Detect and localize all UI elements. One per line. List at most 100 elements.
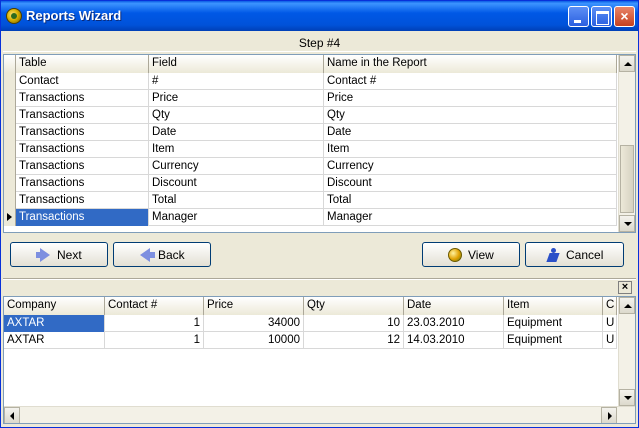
reports-wizard-window: Reports Wizard × Step #4 Table Field Nam… bbox=[0, 0, 639, 428]
cell-company-selected[interactable]: AXTAR bbox=[4, 315, 105, 332]
cell-name-in-report[interactable]: Currency bbox=[324, 158, 617, 175]
cell-name-in-report[interactable]: Total bbox=[324, 192, 617, 209]
scroll-down-button[interactable] bbox=[619, 215, 635, 232]
cell-date[interactable]: 23.03.2010 bbox=[404, 315, 504, 332]
row-indicator[interactable] bbox=[4, 73, 16, 90]
cell-field[interactable]: Date bbox=[149, 124, 324, 141]
cell-field[interactable]: # bbox=[149, 73, 324, 90]
column-header-qty[interactable]: Qty bbox=[304, 297, 404, 315]
table-row[interactable]: AXTAR 1 10000 12 14.03.2010 Equipment U bbox=[4, 332, 617, 349]
cell-item[interactable]: Equipment bbox=[504, 315, 603, 332]
cell-table[interactable]: Transactions bbox=[16, 158, 149, 175]
view-button[interactable]: View bbox=[422, 242, 520, 267]
row-indicator-header bbox=[4, 55, 16, 73]
cell-name-in-report[interactable]: Date bbox=[324, 124, 617, 141]
table-row-current[interactable]: Transactions Manager Manager bbox=[4, 209, 617, 226]
close-preview-icon[interactable]: × bbox=[618, 281, 632, 294]
back-button-label: Back bbox=[158, 248, 185, 262]
column-header-date[interactable]: Date bbox=[404, 297, 504, 315]
row-indicator[interactable] bbox=[4, 141, 16, 158]
cell-price[interactable]: 10000 bbox=[204, 332, 304, 349]
cell-table[interactable]: Transactions bbox=[16, 141, 149, 158]
scroll-left-button[interactable] bbox=[4, 407, 20, 423]
column-header-item[interactable]: Item bbox=[504, 297, 603, 315]
next-button-label: Next bbox=[57, 248, 82, 262]
view-button-label: View bbox=[468, 248, 494, 262]
row-indicator[interactable] bbox=[4, 158, 16, 175]
column-header-contact[interactable]: Contact # bbox=[105, 297, 204, 315]
cell-table[interactable]: Transactions bbox=[16, 175, 149, 192]
scroll-up-button[interactable] bbox=[619, 297, 635, 314]
cell-table[interactable]: Transactions bbox=[16, 124, 149, 141]
cell-field[interactable]: Qty bbox=[149, 107, 324, 124]
cell-name-in-report[interactable]: Qty bbox=[324, 107, 617, 124]
cell-item[interactable]: Equipment bbox=[504, 332, 603, 349]
back-button[interactable]: Back bbox=[113, 242, 211, 267]
view-globe-icon bbox=[448, 248, 462, 262]
preview-grid: Company Contact # Price Qty Date Item C … bbox=[3, 296, 636, 424]
scroll-down-button[interactable] bbox=[619, 389, 635, 406]
row-indicator[interactable] bbox=[4, 124, 16, 141]
preview-grid-hscrollbar[interactable] bbox=[4, 406, 635, 423]
cell-contact[interactable]: 1 bbox=[105, 332, 204, 349]
column-header-table[interactable]: Table bbox=[16, 55, 149, 73]
table-row[interactable]: Transactions Currency Currency bbox=[4, 158, 617, 175]
table-row[interactable]: Transactions Price Price bbox=[4, 90, 617, 107]
title-bar[interactable]: Reports Wizard × bbox=[1, 1, 638, 31]
cell-table[interactable]: Contact bbox=[16, 73, 149, 90]
cell-field[interactable]: Discount bbox=[149, 175, 324, 192]
row-indicator[interactable] bbox=[4, 90, 16, 107]
column-header-company[interactable]: Company bbox=[4, 297, 105, 315]
table-row[interactable]: Transactions Discount Discount bbox=[4, 175, 617, 192]
table-row[interactable]: Contact # Contact # bbox=[4, 73, 617, 90]
minimize-button[interactable] bbox=[568, 6, 589, 27]
cell-name-in-report[interactable]: Price bbox=[324, 90, 617, 107]
row-indicator[interactable] bbox=[4, 175, 16, 192]
table-row[interactable]: Transactions Qty Qty bbox=[4, 107, 617, 124]
arrow-left-icon bbox=[140, 248, 155, 262]
next-button[interactable]: Next bbox=[10, 242, 108, 267]
cell-date[interactable]: 14.03.2010 bbox=[404, 332, 504, 349]
cell-table[interactable]: Transactions bbox=[16, 90, 149, 107]
row-indicator[interactable] bbox=[4, 107, 16, 124]
cell-c[interactable]: U bbox=[603, 332, 617, 349]
cell-name-in-report[interactable]: Item bbox=[324, 141, 617, 158]
column-header-name-in-report[interactable]: Name in the Report bbox=[324, 55, 617, 73]
table-row[interactable]: Transactions Date Date bbox=[4, 124, 617, 141]
scroll-thumb[interactable] bbox=[620, 145, 634, 213]
step-bar: Step #4 bbox=[3, 32, 636, 52]
preview-grid-vscrollbar[interactable] bbox=[618, 297, 635, 406]
cancel-button[interactable]: Cancel bbox=[525, 242, 624, 267]
row-indicator[interactable] bbox=[4, 192, 16, 209]
cell-table-selected[interactable]: Transactions bbox=[16, 209, 149, 226]
cell-field[interactable]: Currency bbox=[149, 158, 324, 175]
row-indicator-current[interactable] bbox=[4, 209, 16, 226]
cell-field[interactable]: Manager bbox=[149, 209, 324, 226]
cell-name-in-report[interactable]: Manager bbox=[324, 209, 617, 226]
cell-qty[interactable]: 10 bbox=[304, 315, 404, 332]
panel-separator bbox=[3, 278, 636, 280]
cell-company[interactable]: AXTAR bbox=[4, 332, 105, 349]
scroll-up-button[interactable] bbox=[619, 55, 635, 72]
cell-qty[interactable]: 12 bbox=[304, 332, 404, 349]
cell-price[interactable]: 34000 bbox=[204, 315, 304, 332]
column-header-field[interactable]: Field bbox=[149, 55, 324, 73]
column-header-price[interactable]: Price bbox=[204, 297, 304, 315]
column-header-c[interactable]: C bbox=[603, 297, 617, 315]
table-row[interactable]: Transactions Total Total bbox=[4, 192, 617, 209]
cell-field[interactable]: Total bbox=[149, 192, 324, 209]
table-row[interactable]: AXTAR 1 34000 10 23.03.2010 Equipment U bbox=[4, 315, 617, 332]
cell-table[interactable]: Transactions bbox=[16, 107, 149, 124]
cell-table[interactable]: Transactions bbox=[16, 192, 149, 209]
cell-c[interactable]: U bbox=[603, 315, 617, 332]
fields-grid-vscrollbar[interactable] bbox=[618, 55, 635, 232]
scroll-right-button[interactable] bbox=[601, 407, 617, 423]
cell-field[interactable]: Item bbox=[149, 141, 324, 158]
maximize-button[interactable] bbox=[591, 6, 612, 27]
cell-contact[interactable]: 1 bbox=[105, 315, 204, 332]
cell-name-in-report[interactable]: Contact # bbox=[324, 73, 617, 90]
cell-field[interactable]: Price bbox=[149, 90, 324, 107]
table-row[interactable]: Transactions Item Item bbox=[4, 141, 617, 158]
close-button[interactable]: × bbox=[614, 6, 635, 27]
cell-name-in-report[interactable]: Discount bbox=[324, 175, 617, 192]
